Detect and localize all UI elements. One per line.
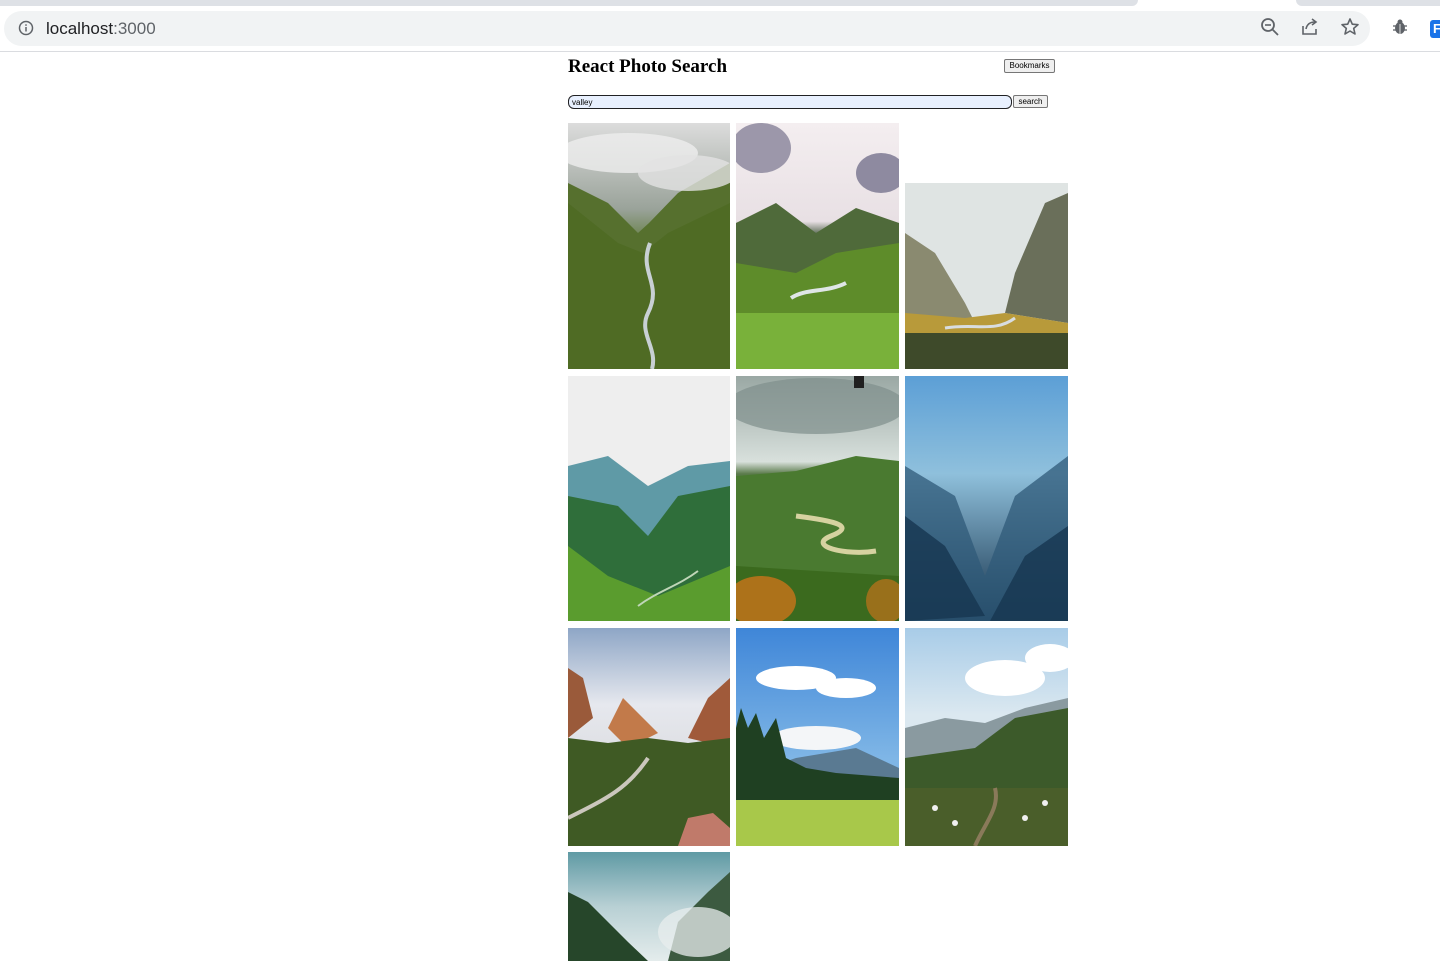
- search-button[interactable]: search: [1013, 95, 1048, 108]
- photo-tile[interactable]: [568, 628, 730, 846]
- search-form: search: [568, 95, 1068, 109]
- valley-photo: [905, 376, 1068, 621]
- bookmarks-button[interactable]: Bookmarks: [1004, 59, 1055, 73]
- valley-photo: [736, 628, 899, 846]
- url-host: localhost: [46, 19, 114, 38]
- valley-photo: [568, 123, 730, 369]
- valley-photo: [568, 852, 730, 961]
- browser-toolbar: localhost:3000 F: [0, 6, 1440, 52]
- bug-extension-icon[interactable]: [1389, 16, 1411, 38]
- photo-tile[interactable]: [736, 628, 899, 846]
- photo-tile[interactable]: [568, 852, 730, 961]
- valley-photo: [568, 628, 730, 846]
- photo-search-app: React Photo Search Bookmarks search: [568, 52, 1068, 109]
- photo-tile[interactable]: [568, 376, 730, 621]
- valley-photo: [905, 123, 1068, 369]
- photo-tile[interactable]: [736, 376, 899, 621]
- share-icon[interactable]: [1299, 16, 1321, 38]
- photo-tile[interactable]: [905, 376, 1068, 621]
- valley-photo: [736, 376, 899, 621]
- app-header: React Photo Search Bookmarks: [568, 52, 1068, 92]
- photo-tile[interactable]: [568, 123, 730, 369]
- valley-photo: [905, 628, 1068, 846]
- url-text[interactable]: localhost:3000: [46, 19, 156, 39]
- site-info-icon[interactable]: [18, 20, 34, 36]
- photo-tile[interactable]: [736, 123, 899, 369]
- zoom-out-icon[interactable]: [1259, 16, 1281, 38]
- valley-photo: [736, 123, 899, 369]
- photo-tile[interactable]: [905, 123, 1068, 369]
- extension-f-icon[interactable]: F: [1430, 20, 1440, 38]
- search-input[interactable]: [568, 95, 1012, 109]
- valley-photo: [568, 376, 730, 621]
- url-port: :3000: [113, 19, 156, 38]
- bookmark-star-icon[interactable]: [1339, 16, 1361, 38]
- address-bar[interactable]: localhost:3000: [4, 11, 1370, 46]
- page-title: React Photo Search: [568, 56, 728, 77]
- photo-tile[interactable]: [905, 628, 1068, 846]
